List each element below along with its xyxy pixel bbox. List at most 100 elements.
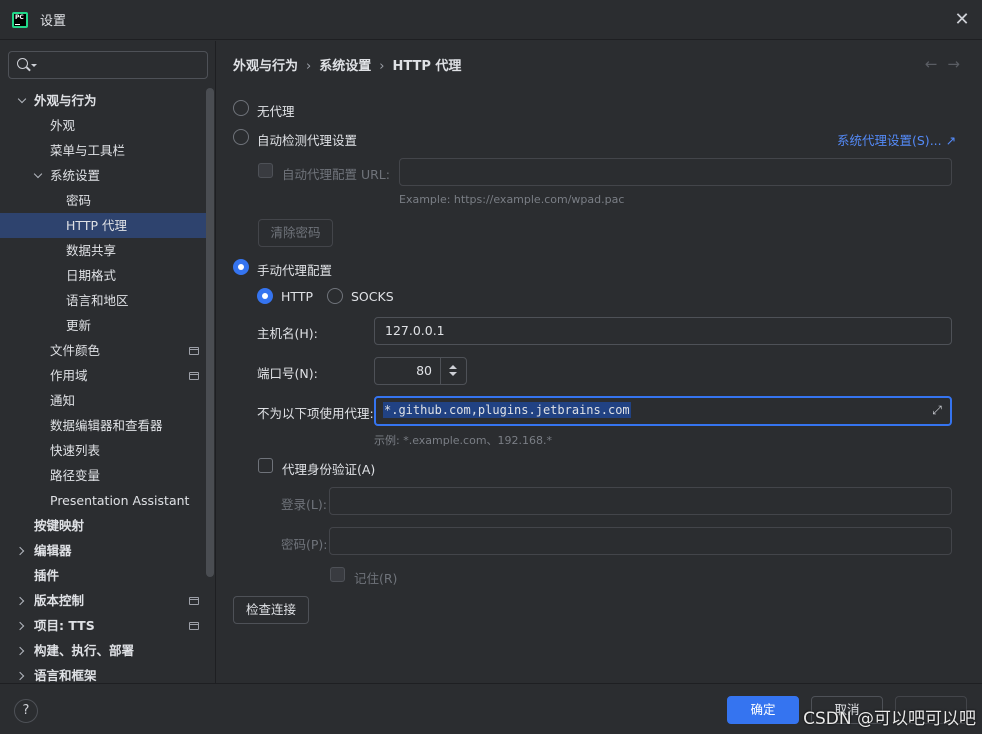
breadcrumb-part3: HTTP 代理	[392, 59, 462, 74]
sidebar-item-label: 按键映射	[34, 518, 85, 533]
search-input[interactable]	[8, 51, 208, 79]
no-proxy-radio[interactable]	[233, 100, 249, 116]
sidebar-item-label: Presentation Assistant	[50, 493, 190, 508]
sidebar-item[interactable]: 通知	[0, 388, 206, 413]
sidebar-item-label: 项目: TTS	[34, 618, 95, 633]
sidebar-item-label: 作用域	[50, 368, 88, 383]
sidebar-scrollbar[interactable]	[206, 88, 214, 577]
system-proxy-settings-link[interactable]: 系统代理设置(S)... ↗	[837, 130, 956, 149]
search-options-caret-icon[interactable]	[31, 64, 37, 67]
socks-radio[interactable]	[327, 288, 343, 304]
auto-config-url-label: 自动代理配置 URL:	[282, 167, 390, 182]
no-proxy-for-hint: 示例: *.example.com、192.168.*	[374, 434, 553, 447]
sidebar-item-label: 编辑器	[34, 543, 72, 558]
sidebar-item-label: 语言和框架	[34, 668, 97, 683]
project-scope-icon	[189, 372, 199, 380]
back-arrow-icon[interactable]: ←	[925, 55, 948, 73]
login-field[interactable]	[329, 487, 952, 515]
port-stepper[interactable]: 80	[374, 357, 467, 385]
breadcrumb-part1[interactable]: 外观与行为	[233, 59, 298, 74]
chevron-down-icon[interactable]	[16, 88, 28, 113]
breadcrumb-separator: ›	[379, 59, 385, 74]
ok-button[interactable]: 确定	[727, 696, 799, 724]
auto-config-url-checkbox[interactable]	[258, 163, 273, 178]
sidebar-item-label: 路径变量	[50, 468, 101, 483]
proxy-auth-checkbox[interactable]	[258, 458, 273, 473]
sidebar-item[interactable]: 语言和框架	[0, 663, 206, 683]
sidebar-item-label: 快速列表	[50, 443, 101, 458]
breadcrumb-part2[interactable]: 系统设置	[319, 59, 371, 74]
sidebar-item[interactable]: 数据共享	[0, 238, 206, 263]
sidebar-item[interactable]: 密码	[0, 188, 206, 213]
sidebar-item-label: 日期格式	[66, 268, 117, 283]
nav-arrows: ←→	[925, 55, 970, 73]
sidebar-item-label: 外观与行为	[34, 93, 97, 108]
title-bar: PC 设置 ✕	[0, 0, 982, 40]
manual-proxy-radio[interactable]	[233, 259, 249, 275]
watermark-text: CSDN @可以吧可以吧	[803, 709, 976, 729]
expand-icon[interactable]: ⤢	[930, 403, 944, 417]
dialog-footer: ? 确定 取消 CSDN @可以吧可以吧	[0, 683, 982, 734]
check-connection-button[interactable]: 检查连接	[233, 596, 309, 624]
sidebar-item[interactable]: 版本控制	[0, 588, 206, 613]
sidebar-item[interactable]: 构建、执行、部署	[0, 638, 206, 663]
no-proxy-for-label: 不为以下项使用代理:	[257, 406, 374, 421]
pycharm-app-icon: PC	[12, 11, 28, 28]
sidebar-item-label: 密码	[66, 193, 92, 208]
sidebar-item[interactable]: 语言和地区	[0, 288, 206, 313]
help-button[interactable]: ?	[14, 699, 38, 723]
sidebar-item[interactable]: 菜单与工具栏	[0, 138, 206, 163]
http-radio[interactable]	[257, 288, 273, 304]
http-label: HTTP	[281, 289, 313, 304]
sidebar-item-label: 文件颜色	[50, 343, 101, 358]
no-proxy-for-field[interactable]: *.github.com,plugins.jetbrains.com ⤢	[374, 396, 952, 426]
clear-password-button[interactable]: 清除密码	[258, 219, 333, 247]
sidebar-item[interactable]: 外观	[0, 113, 206, 138]
sidebar-item[interactable]: 文件颜色	[0, 338, 206, 363]
sidebar-item[interactable]: 编辑器	[0, 538, 206, 563]
search-icon	[17, 58, 28, 69]
sidebar-item[interactable]: 日期格式	[0, 263, 206, 288]
sidebar-item[interactable]: 更新	[0, 313, 206, 338]
sidebar-item[interactable]: 数据编辑器和查看器	[0, 413, 206, 438]
chevron-right-icon[interactable]	[16, 613, 28, 638]
sidebar-item[interactable]: 作用域	[0, 363, 206, 388]
project-scope-icon	[189, 622, 199, 630]
window-title: 设置	[40, 14, 67, 29]
chevron-right-icon[interactable]	[16, 663, 28, 683]
sidebar-item-label: 语言和地区	[66, 293, 129, 308]
password-field[interactable]	[329, 527, 952, 555]
sidebar-item[interactable]: 插件	[0, 563, 206, 588]
sidebar-item[interactable]: Presentation Assistant	[0, 488, 206, 513]
port-label: 端口号(N):	[257, 366, 318, 381]
chevron-right-icon[interactable]	[16, 538, 28, 563]
sidebar-item[interactable]: 外观与行为	[0, 88, 206, 113]
auto-config-url-hint: Example: https://example.com/wpad.pac	[399, 193, 625, 206]
sidebar-item-label: 版本控制	[34, 593, 85, 608]
sidebar-item-label: 外观	[50, 118, 76, 133]
sidebar-item[interactable]: HTTP 代理	[0, 213, 206, 238]
sidebar-item[interactable]: 项目: TTS	[0, 613, 206, 638]
port-spinner-icon[interactable]	[440, 358, 466, 384]
project-scope-icon	[189, 347, 199, 355]
chevron-right-icon[interactable]	[16, 638, 28, 663]
remember-checkbox[interactable]	[330, 567, 345, 582]
settings-tree: 外观与行为外观菜单与工具栏系统设置密码 HTTP 代理数据共享日期格式语言和地区更…	[0, 88, 206, 683]
sidebar-item-label: 数据共享	[66, 243, 117, 258]
chevron-down-icon[interactable]	[32, 163, 44, 188]
host-field[interactable]: 127.0.0.1	[374, 317, 952, 345]
close-icon[interactable]: ✕	[952, 10, 972, 30]
chevron-right-icon[interactable]	[16, 588, 28, 613]
no-proxy-for-value: *.github.com,plugins.jetbrains.com	[383, 402, 631, 418]
sidebar-item[interactable]: 路径变量	[0, 463, 206, 488]
auto-detect-radio[interactable]	[233, 129, 249, 145]
sidebar-item-label: 通知	[50, 393, 76, 408]
sidebar-item[interactable]: 按键映射	[0, 513, 206, 538]
auto-config-url-field[interactable]	[399, 158, 952, 186]
login-label: 登录(L):	[281, 497, 327, 512]
breadcrumb-separator: ›	[306, 59, 312, 74]
sidebar-item[interactable]: 系统设置	[0, 163, 206, 188]
forward-arrow-icon[interactable]: →	[947, 55, 970, 73]
sidebar-item-label: 系统设置	[50, 168, 101, 183]
sidebar-item[interactable]: 快速列表	[0, 438, 206, 463]
